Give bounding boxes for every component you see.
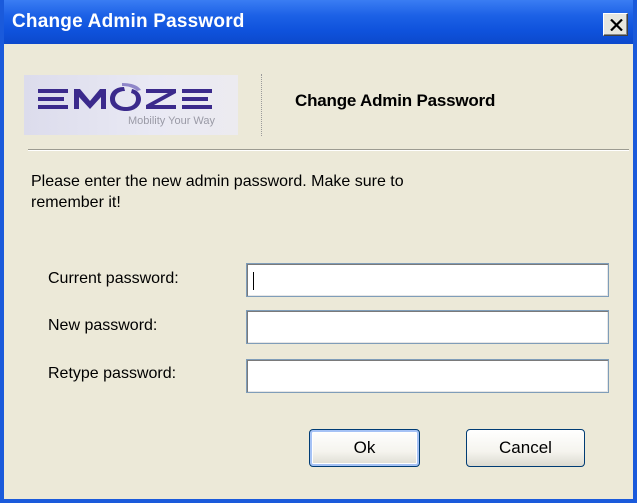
header-divider: [261, 74, 262, 136]
close-icon: [610, 19, 623, 31]
header-title: Change Admin Password: [295, 91, 496, 110]
dialog-window: Change Admin Password Mobility Your Way …: [0, 0, 637, 503]
cancel-button[interactable]: Cancel: [466, 429, 585, 467]
logo-tagline: Mobility Your Way: [128, 115, 216, 127]
title-bar[interactable]: Change Admin Password: [4, 0, 633, 44]
current-password-input[interactable]: [246, 263, 609, 297]
header-separator: [28, 149, 629, 151]
emoze-logo: Mobility Your Way: [24, 75, 238, 135]
window-title: Change Admin Password: [12, 11, 245, 32]
close-button[interactable]: [603, 13, 628, 36]
instructions-text: Please enter the new admin password. Mak…: [31, 173, 404, 211]
new-password-input[interactable]: [246, 310, 609, 344]
retype-password-input[interactable]: [246, 359, 609, 393]
text-caret: [253, 272, 254, 290]
dialog-body: Mobility Your Way Change Admin Password …: [4, 44, 633, 499]
emoze-wordmark: [38, 83, 212, 111]
ok-button[interactable]: Ok: [309, 429, 420, 467]
current-password-label: Current password:: [48, 270, 179, 287]
new-password-label: New password:: [48, 317, 158, 334]
retype-password-label: Retype password:: [48, 365, 177, 382]
